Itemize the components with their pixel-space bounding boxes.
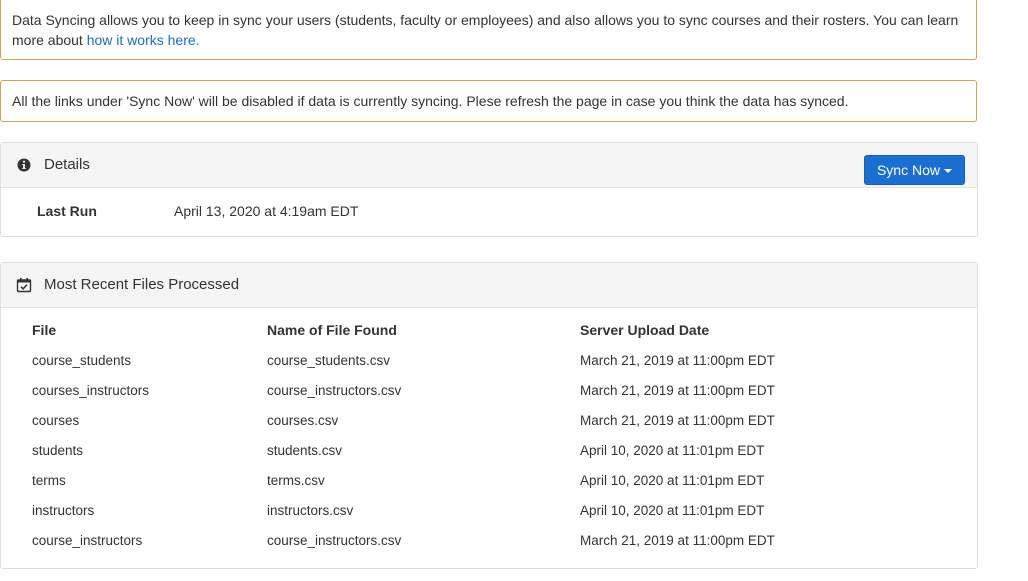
- file-cell: course_instructors: [32, 532, 143, 548]
- data-syncing-page: Data Syncing allows you to keep in sync …: [0, 0, 1028, 581]
- table-row: course_students course_students.csv Marc…: [21, 345, 851, 375]
- last-run-value: April 13, 2020 at 4:19am EDT: [174, 203, 359, 219]
- table-row: courses_instructors course_instructors.c…: [21, 375, 851, 405]
- sync-now-label: Sync Now: [876, 162, 940, 178]
- column-header-server-upload-date: Server Upload Date: [580, 322, 710, 338]
- calendar-check-icon: [16, 278, 32, 293]
- sync-now-button[interactable]: Sync Now: [863, 155, 965, 185]
- table-row: terms terms.csv April 10, 2020 at 11:01p…: [21, 465, 851, 495]
- table-row: course_instructors course_instructors.cs…: [21, 525, 851, 555]
- file-found-cell: instructors.csv: [267, 502, 354, 518]
- table-row: courses courses.csv March 21, 2019 at 11…: [21, 405, 851, 435]
- sync-warning-text: All the links under 'Sync Now' will be d…: [12, 93, 849, 109]
- caret-down-icon: [944, 169, 952, 174]
- upload-date-cell: March 21, 2019 at 11:00pm EDT: [580, 532, 775, 548]
- recent-files-panel: Most Recent Files Processed File Name of…: [0, 262, 978, 569]
- recent-files-table: File Name of File Found Server Upload Da…: [21, 315, 851, 555]
- upload-date-cell: April 10, 2020 at 11:01pm EDT: [580, 472, 765, 488]
- file-found-cell: course_instructors.csv: [267, 382, 402, 398]
- file-cell: students: [32, 442, 84, 458]
- recent-files-title: Most Recent Files Processed: [44, 276, 240, 293]
- file-found-cell: terms.csv: [267, 472, 325, 488]
- file-cell: course_students: [32, 352, 132, 368]
- file-found-cell: course_students.csv: [267, 352, 391, 368]
- details-panel: Details Sync Now Last Run April 13, 2020…: [0, 142, 978, 237]
- details-panel-heading: Details Sync Now: [1, 143, 977, 188]
- upload-date-cell: March 21, 2019 at 11:00pm EDT: [580, 352, 775, 368]
- file-cell: courses: [32, 412, 80, 428]
- column-header-name-of-file-found: Name of File Found: [267, 322, 397, 338]
- file-found-cell: students.csv: [267, 442, 343, 458]
- table-row: instructors instructors.csv April 10, 20…: [21, 495, 851, 525]
- file-cell: courses_instructors: [32, 382, 150, 398]
- file-found-cell: course_instructors.csv: [267, 532, 402, 548]
- details-title: Details: [44, 156, 90, 173]
- upload-date-cell: March 21, 2019 at 11:00pm EDT: [580, 412, 775, 428]
- intro-alert: Data Syncing allows you to keep in sync …: [0, 0, 977, 60]
- upload-date-cell: April 10, 2020 at 11:01pm EDT: [580, 502, 765, 518]
- last-run-label: Last Run: [37, 203, 97, 219]
- how-it-works-link[interactable]: how it works here.: [87, 32, 200, 48]
- file-found-cell: courses.csv: [267, 412, 339, 428]
- table-header-row: File Name of File Found Server Upload Da…: [21, 315, 851, 345]
- upload-date-cell: March 21, 2019 at 11:00pm EDT: [580, 382, 775, 398]
- table-row: students students.csv April 10, 2020 at …: [21, 435, 851, 465]
- upload-date-cell: April 10, 2020 at 11:01pm EDT: [580, 442, 765, 458]
- column-header-file: File: [32, 322, 57, 338]
- file-cell: terms: [32, 472, 66, 488]
- sync-warning-alert: All the links under 'Sync Now' will be d…: [0, 80, 977, 122]
- file-cell: instructors: [32, 502, 95, 518]
- recent-files-panel-heading: Most Recent Files Processed: [1, 263, 977, 308]
- info-circle-icon: [17, 158, 31, 172]
